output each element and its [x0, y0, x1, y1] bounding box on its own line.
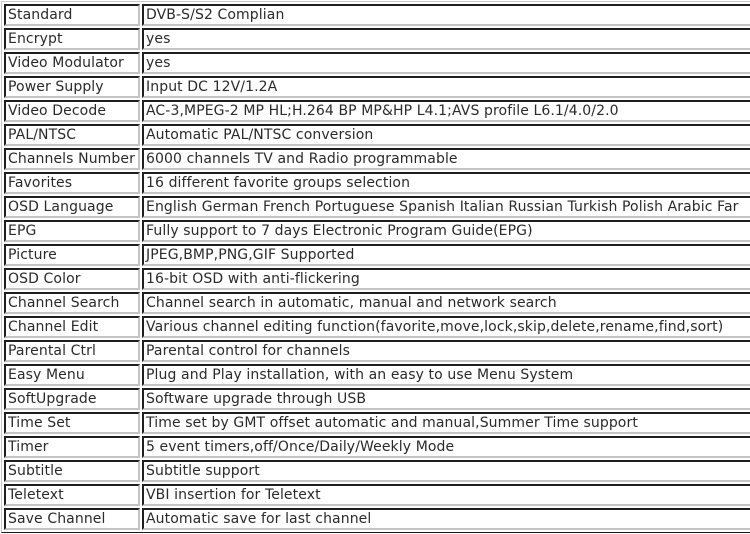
table-row: SoftUpgrade Software upgrade through USB	[4, 388, 750, 410]
spec-value: 16 different favorite groups selection	[142, 172, 750, 194]
table-row: Power Supply Input DC 12V/1.2A	[4, 76, 750, 98]
spec-value: Subtitle support	[142, 460, 750, 482]
spec-label: Encrypt	[4, 28, 140, 50]
table-row: Subtitle Subtitle support	[4, 460, 750, 482]
spec-label: Channel Edit	[4, 316, 140, 338]
spec-label: Video Modulator	[4, 52, 140, 74]
spec-label: Save Channel	[4, 508, 140, 530]
table-row: Channel Search Channel search in automati…	[4, 292, 750, 314]
spec-label: Standard	[4, 4, 140, 26]
table-row: Timer 5 event timers,off/Once/Daily/Weekl…	[4, 436, 750, 458]
spec-label: EPG	[4, 220, 140, 242]
spec-label: Timer	[4, 436, 140, 458]
table-row: EPG Fully support to 7 days Electronic Pr…	[4, 220, 750, 242]
spec-label: OSD Color	[4, 268, 140, 290]
table-row: Time Set Time set by GMT offset automatic…	[4, 412, 750, 434]
spec-label: Easy Menu	[4, 364, 140, 386]
spec-value: Fully support to 7 days Electronic Progr…	[142, 220, 750, 242]
spec-value: Parental control for channels	[142, 340, 750, 362]
table-row: Parental Ctrl Parental control for channe…	[4, 340, 750, 362]
spec-value: 16-bit OSD with anti-flickering	[142, 268, 750, 290]
spec-value: yes	[142, 52, 750, 74]
spec-label: Favorites	[4, 172, 140, 194]
table-row: Save Channel Automatic save for last chan…	[4, 508, 750, 530]
spec-value: Software upgrade through USB	[142, 388, 750, 410]
table-row: Channel Edit Various channel editing func…	[4, 316, 750, 338]
spec-value: AC-3,MPEG-2 MP HL;H.264 BP MP&HP L4.1;AV…	[142, 100, 750, 122]
table-row: Encrypt yes	[4, 28, 750, 50]
spec-label: Picture	[4, 244, 140, 266]
spec-value: VBI insertion for Teletext	[142, 484, 750, 506]
spec-label: OSD Language	[4, 196, 140, 218]
table-row: PAL/NTSC Automatic PAL/NTSC conversion	[4, 124, 750, 146]
spec-value: Input DC 12V/1.2A	[142, 76, 750, 98]
table-row: Picture JPEG,BMP,PNG,GIF Supported	[4, 244, 750, 266]
table-row: Video Decode AC-3,MPEG-2 MP HL;H.264 BP M…	[4, 100, 750, 122]
spec-label: Channel Search	[4, 292, 140, 314]
spec-value: Channel search in automatic, manual and …	[142, 292, 750, 314]
spec-value: 5 event timers,off/Once/Daily/Weekly Mod…	[142, 436, 750, 458]
spec-label: Channels Number	[4, 148, 140, 170]
spec-label: Teletext	[4, 484, 140, 506]
spec-value: Time set by GMT offset automatic and man…	[142, 412, 750, 434]
table-row: OSD Language English German French Portug…	[4, 196, 750, 218]
table-row: OSD Color 16-bit OSD with anti-flickering	[4, 268, 750, 290]
spec-value: 6000 channels TV and Radio programmable	[142, 148, 750, 170]
spec-value: Automatic PAL/NTSC conversion	[142, 124, 750, 146]
specification-table: Standard DVB-S/S2 Complian Encrypt yes Vid…	[1, 1, 750, 533]
spec-label: SoftUpgrade	[4, 388, 140, 410]
spec-label: Parental Ctrl	[4, 340, 140, 362]
spec-value: yes	[142, 28, 750, 50]
spec-label: Subtitle	[4, 460, 140, 482]
specification-table-body: Standard DVB-S/S2 Complian Encrypt yes Vid…	[4, 4, 750, 530]
spec-value: English German French Portuguese Spanish…	[142, 196, 750, 218]
spec-value: Various channel editing function(favorit…	[142, 316, 750, 338]
table-row: Video Modulator yes	[4, 52, 750, 74]
spec-label: Video Decode	[4, 100, 140, 122]
spec-value: DVB-S/S2 Complian	[142, 4, 750, 26]
table-row: Standard DVB-S/S2 Complian	[4, 4, 750, 26]
spec-page: Standard DVB-S/S2 Complian Encrypt yes Vid…	[0, 0, 750, 534]
spec-value: Automatic save for last channel	[142, 508, 750, 530]
spec-value: Plug and Play installation, with an easy…	[142, 364, 750, 386]
spec-label: Power Supply	[4, 76, 140, 98]
spec-label: Time Set	[4, 412, 140, 434]
table-row: Easy Menu Plug and Play installation, wit…	[4, 364, 750, 386]
spec-value: JPEG,BMP,PNG,GIF Supported	[142, 244, 750, 266]
table-row: Channels Number 6000 channels TV and Radi…	[4, 148, 750, 170]
table-row: Teletext VBI insertion for Teletext	[4, 484, 750, 506]
spec-label: PAL/NTSC	[4, 124, 140, 146]
table-row: Favorites 16 different favorite groups se…	[4, 172, 750, 194]
